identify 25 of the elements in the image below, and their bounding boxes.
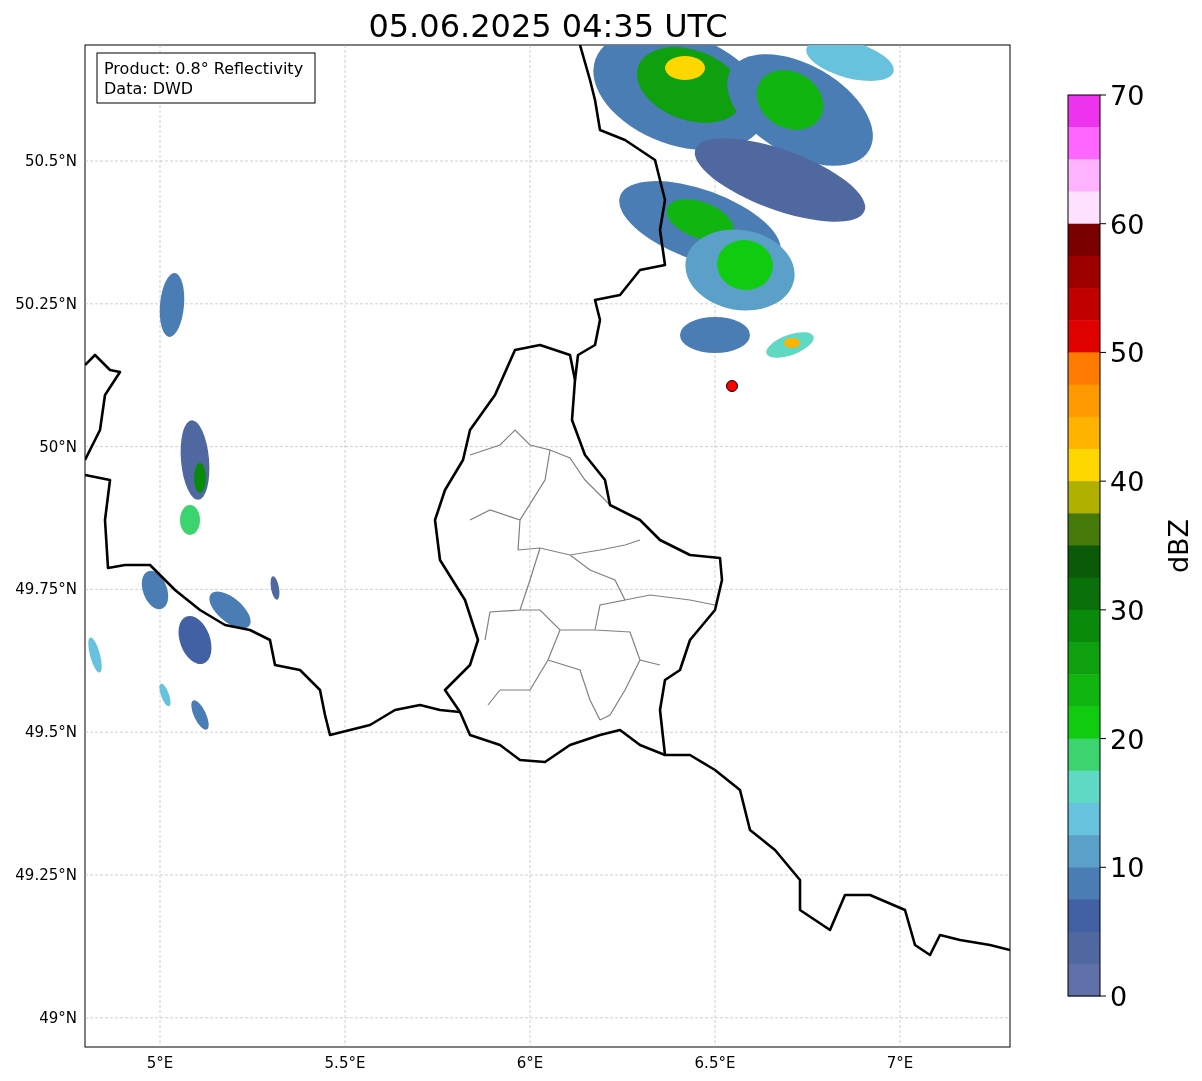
axis-tick-label: 7°E [886, 1054, 914, 1072]
colorbar-tick-label: 30 [1110, 594, 1145, 626]
colorbar-tick-label: 50 [1110, 337, 1145, 369]
colorbar-tick-label: 0 [1110, 981, 1128, 1012]
colorbar-tick-label: 40 [1110, 466, 1145, 498]
figure-title: 05.06.2025 04:35 UTC [368, 7, 728, 45]
colorbar-tick-label: 20 [1110, 723, 1145, 755]
axis-tick-label: 5.5°E [324, 1054, 366, 1072]
axis-tick-label: 5°E [146, 1054, 174, 1072]
axis-tick-label: 49°N [39, 1008, 77, 1027]
axis-tick-label: 50.25°N [15, 294, 77, 313]
colorbar-tick-label: 10 [1110, 852, 1145, 884]
info-text: Product: 0.8° Reflectivity [104, 59, 304, 78]
colorbar-label: dBZ [1163, 518, 1194, 574]
axis-tick-label: 50.5°N [24, 152, 77, 170]
axis-tick-label: 49.5°N [24, 723, 77, 742]
axis-tick-label: 49.75°N [15, 580, 77, 599]
axis-tick-label: 6.5°E [694, 1054, 736, 1072]
axis-tick-label: 6°E [516, 1054, 544, 1072]
axis-tick-label: 49.25°N [15, 866, 77, 884]
info-text: Data: DWD [104, 79, 194, 98]
colorbar-tick-label: 70 [1110, 80, 1145, 111]
colorbar-tick-label: 60 [1110, 208, 1145, 240]
axis-tick-label: 50°N [39, 437, 77, 456]
radar-site-marker [726, 380, 738, 392]
